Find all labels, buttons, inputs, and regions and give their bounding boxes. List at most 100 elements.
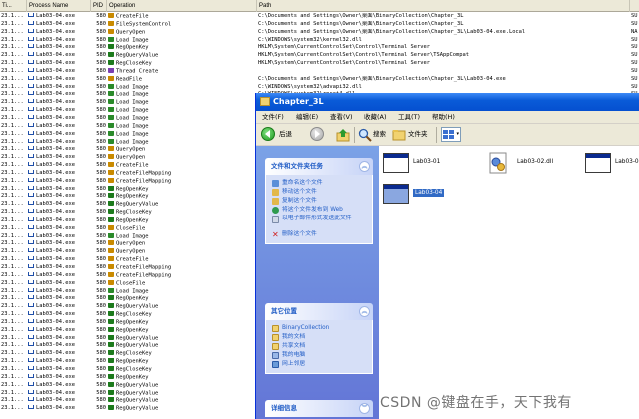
search-button[interactable]: 搜索 — [358, 124, 390, 146]
table-row[interactable]: 23.1... Lab03-04.exe 580 Thread Create SU — [0, 67, 639, 76]
place-network[interactable]: 网上邻居 — [272, 360, 369, 369]
cell-operation: Load Image — [108, 83, 256, 92]
cell-process: Lab03-04.exe — [28, 177, 90, 186]
process-window-icon — [28, 209, 34, 214]
process-window-icon — [28, 342, 34, 347]
column-operation[interactable]: Operation — [107, 0, 257, 12]
cell-process: Lab03-04.exe — [28, 20, 90, 29]
task-copy-file[interactable]: 复制这个文件 — [272, 197, 369, 206]
process-name: Lab03-04.exe — [36, 342, 75, 349]
operation-name: RegQueryValue — [116, 201, 159, 208]
process-window-icon — [28, 75, 34, 80]
cell-operation: Load Image — [108, 114, 256, 123]
menu-help[interactable]: 帮助(H) — [432, 111, 455, 124]
toolbar-separator — [436, 127, 437, 143]
cell-path: HKLM\System\CurrentControlSet\Control\Te… — [258, 44, 431, 51]
cell-pid: 580 — [96, 256, 106, 263]
column-pid[interactable]: PID — [91, 0, 107, 12]
cell-pid: 580 — [96, 44, 106, 51]
process-window-icon — [28, 99, 34, 104]
table-row[interactable]: 23.1... Lab03-04.exe 580 RegCloseKey HKLM\Sy… — [0, 60, 639, 68]
file-lab03-03[interactable]: Lab03-0 — [583, 151, 639, 181]
views-button[interactable]: ▾ — [441, 127, 461, 142]
task-delete-file[interactable]: ✕ 删除这个文件 — [272, 230, 369, 239]
place-shared-documents[interactable]: 共享文档 — [272, 342, 369, 351]
place-my-documents[interactable]: 我的文档 — [272, 333, 369, 342]
file-lab03-01[interactable]: Lab03-01 — [381, 151, 471, 181]
table-row[interactable]: 23.1... Lab03-04.exe 580 Load Image C:\WINDO… — [0, 36, 639, 45]
process-window-icon — [28, 154, 34, 159]
table-row[interactable]: 23.1... Lab03-04.exe 580 Load Image C:\WINDO… — [0, 83, 639, 92]
task-email-file[interactable]: 以电子邮件形式发送此文件 — [272, 215, 369, 230]
operation-name: Load Image — [116, 139, 149, 145]
cell-pid: 580 — [96, 138, 106, 145]
cell-result: SU — [631, 75, 638, 82]
forward-arrow-icon[interactable] — [310, 127, 324, 141]
cell-operation: QueryOpen — [108, 240, 256, 248]
column-time[interactable]: Ti... — [0, 0, 27, 12]
title-bar[interactable]: Chapter_3L — [256, 93, 639, 111]
operation-icon — [108, 303, 114, 309]
table-row[interactable]: 23.1... Lab03-04.exe 580 RegOpenKey HKLM\Sys… — [0, 44, 639, 52]
details-header[interactable]: 详细信息 ︾ — [265, 400, 373, 417]
operation-name: Load Image — [116, 91, 149, 98]
cell-process: Lab03-04.exe — [28, 91, 90, 99]
table-row[interactable]: 23.1... Lab03-04.exe 580 RegQueryValue HKLM\… — [0, 52, 639, 60]
table-row[interactable]: 23.1... Lab03-04.exe 580 CreateFile C:\Docum… — [0, 13, 639, 21]
operation-name: RegOpenKey — [116, 327, 149, 334]
back-button[interactable]: 后退 — [259, 124, 307, 146]
cell-process: Lab03-04.exe — [28, 67, 90, 76]
cell-operation: RegOpenKey — [108, 318, 256, 327]
cell-pid: 580 — [96, 154, 106, 161]
place-my-computer[interactable]: 我的电脑 — [272, 351, 369, 360]
task-rename-file[interactable]: 重命名这个文件 — [272, 179, 369, 188]
column-path[interactable]: Path — [257, 0, 630, 12]
operation-name: Load Image — [116, 84, 149, 91]
expand-chevron-icon[interactable]: ︾ — [359, 403, 370, 414]
operation-icon — [108, 358, 114, 364]
table-row[interactable]: 23.1... Lab03-04.exe 580 FileSystemControl C… — [0, 20, 639, 29]
menu-file[interactable]: 文件(F) — [262, 111, 284, 124]
menu-tools[interactable]: 工具(T) — [398, 111, 420, 124]
cell-operation: Load Image — [108, 232, 256, 241]
task-publish-web[interactable]: 将这个文件发布到 Web — [272, 206, 369, 215]
other-places-header[interactable]: 其它位置 ︽ — [265, 303, 373, 320]
process-name: Lab03-04.exe — [36, 36, 75, 43]
dll-gear-icon — [489, 152, 507, 174]
operation-icon — [108, 28, 114, 34]
cell-process: Lab03-04.exe — [28, 381, 90, 390]
table-row[interactable]: 23.1... Lab03-04.exe 580 QueryOpen C:\Docume… — [0, 28, 639, 37]
collapse-chevron-icon[interactable]: ︽ — [359, 306, 370, 317]
process-name: Lab03-04.exe — [36, 169, 75, 176]
operation-name: CreateFile — [116, 256, 149, 263]
operation-name: RegQueryValue — [116, 405, 159, 412]
up-folder-icon[interactable] — [336, 127, 350, 142]
process-name: Lab03-04.exe — [36, 75, 75, 82]
task-move-file[interactable]: 移动这个文件 — [272, 188, 369, 197]
folders-button[interactable]: 文件夹 — [392, 124, 432, 146]
collapse-chevron-icon[interactable]: ︽ — [359, 161, 370, 172]
cell-pid: 580 — [96, 279, 106, 286]
menu-favorites[interactable]: 收藏(A) — [364, 111, 387, 124]
file-lab03-02-dll[interactable]: Lab03-02.dll — [485, 151, 575, 181]
process-window-icon — [28, 28, 34, 33]
process-window-icon — [28, 107, 34, 112]
cell-pid: 580 — [96, 318, 106, 325]
file-tasks-header[interactable]: 文件和文件夹任务 ︽ — [265, 158, 373, 175]
column-process-name[interactable]: Process Name — [27, 0, 91, 12]
cell-pid: 580 — [96, 114, 106, 121]
place-binarycollection[interactable]: BinaryCollection — [272, 324, 369, 333]
process-name: Lab03-04.exe — [36, 13, 75, 19]
cell-operation: Load Image — [108, 36, 256, 45]
cell-time: 23.1... — [1, 130, 24, 137]
cell-path: C:\WINDOWS\system32\kernel32.dll — [258, 36, 362, 43]
file-view[interactable]: Lab03-01 Lab03-02.dll Lab03-0 Lab03-04 — [379, 146, 639, 419]
menu-view[interactable]: 查看(V) — [330, 111, 353, 124]
cell-time: 23.1... — [1, 342, 24, 349]
table-row[interactable]: 23.1... Lab03-04.exe 580 ReadFile C:\Documen… — [0, 75, 639, 84]
file-lab03-04[interactable]: Lab03-04 — [381, 182, 471, 212]
process-name: Lab03-04.exe — [36, 264, 75, 270]
menu-edit[interactable]: 编辑(E) — [296, 111, 318, 124]
cell-process: Lab03-04.exe — [28, 342, 90, 350]
column-result[interactable] — [630, 0, 639, 12]
